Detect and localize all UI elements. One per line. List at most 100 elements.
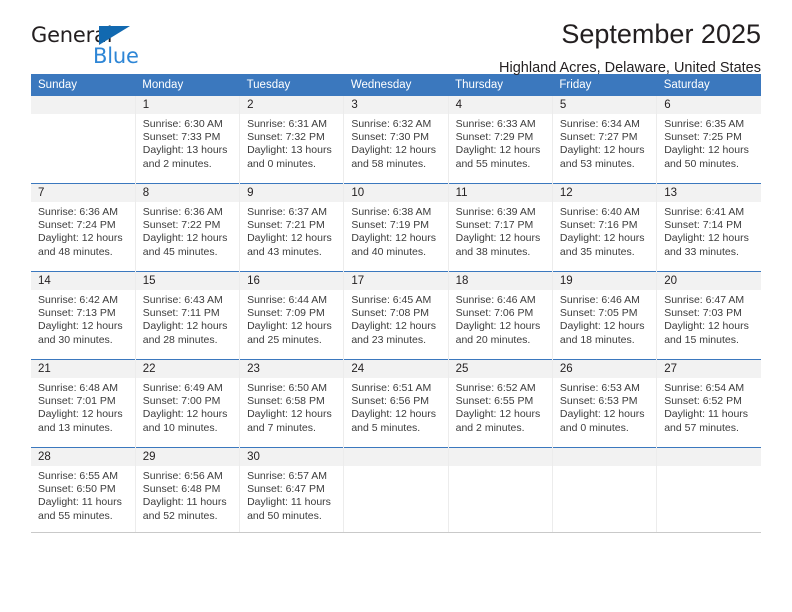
weekday-header-sunday: Sunday (31, 74, 136, 96)
daylight-text-line2: and 30 minutes. (38, 333, 113, 346)
daylight-text-line2: and 53 minutes. (559, 157, 635, 170)
day-cell[interactable]: 2 Sunrise: 6:31 AM Sunset: 7:32 PM Daylight… (240, 96, 344, 183)
weekday-header-monday: Monday (135, 74, 240, 96)
sunset-text: Sunset: 6:53 PM (559, 395, 638, 408)
sunset-text: Sunset: 6:52 PM (664, 395, 742, 408)
day-details: Sunrise: 6:37 AM Sunset: 7:21 PM Daylight:… (240, 202, 343, 259)
daylight-text-line1: Daylight: 12 hours (247, 232, 332, 245)
sunrise-text: Sunrise: 6:46 AM (559, 294, 640, 306)
day-number: 8 (135, 184, 240, 202)
daylight-text-line2: and 0 minutes. (247, 157, 316, 170)
day-cell[interactable]: 14 Sunrise: 6:42 AM Sunset: 7:13 PM Dayligh… (31, 272, 135, 359)
day-cell[interactable]: 1 Sunrise: 6:30 AM Sunset: 7:33 PM Daylight… (135, 96, 240, 183)
daylight-text-line2: and 0 minutes. (559, 421, 629, 434)
day-details: Sunrise: 6:36 AM Sunset: 7:24 PM Daylight:… (31, 202, 135, 259)
day-cell[interactable]: 11 Sunrise: 6:39 AM Sunset: 7:17 PM Dayligh… (448, 184, 552, 271)
general-blue-logo[interactable]: General Blue (31, 23, 161, 69)
day-number: 25 (448, 360, 552, 378)
daylight-text-line1: Daylight: 12 hours (142, 320, 228, 333)
day-cell[interactable]: 10 Sunrise: 6:38 AM Sunset: 7:19 PM Dayligh… (344, 184, 448, 271)
day-cell[interactable]: 7 Sunrise: 6:36 AM Sunset: 7:24 PM Daylight… (31, 184, 135, 271)
day-details: Sunrise: 6:33 AM Sunset: 7:29 PM Daylight:… (449, 114, 552, 171)
day-cell[interactable]: 16 Sunrise: 6:44 AM Sunset: 7:09 PM Dayligh… (240, 272, 344, 359)
day-details: Sunrise: 6:52 AM Sunset: 6:55 PM Daylight:… (449, 378, 552, 435)
day-cell[interactable]: 15 Sunrise: 6:43 AM Sunset: 7:11 PM Dayligh… (135, 272, 240, 359)
sunrise-text: Sunrise: 6:36 AM (142, 206, 223, 218)
daylight-text-line2: and 18 minutes. (559, 333, 635, 346)
daylight-text-line2: and 52 minutes. (142, 509, 218, 522)
sunset-text: Sunset: 6:58 PM (247, 395, 325, 408)
day-details: Sunrise: 6:36 AM Sunset: 7:22 PM Daylight:… (136, 202, 239, 259)
calendar-bottom-rule (31, 532, 761, 533)
day-cell[interactable]: 21 Sunrise: 6:48 AM Sunset: 7:01 PM Dayligh… (31, 360, 135, 447)
day-number: 27 (657, 360, 761, 378)
sunset-text: Sunset: 7:27 PM (559, 131, 638, 144)
sunset-text: Sunset: 7:29 PM (455, 131, 534, 144)
sunrise-text: Sunrise: 6:54 AM (664, 382, 745, 394)
day-number: 30 (240, 448, 344, 466)
day-cell[interactable]: 20 Sunrise: 6:47 AM Sunset: 7:03 PM Dayligh… (657, 272, 761, 359)
daylight-text-line1: Daylight: 12 hours (247, 320, 332, 333)
daylight-text-line2: and 58 minutes. (351, 157, 427, 170)
day-details: Sunrise: 6:55 AM Sunset: 6:50 PM Daylight:… (31, 466, 135, 523)
day-details: Sunrise: 6:49 AM Sunset: 7:00 PM Daylight:… (136, 378, 239, 435)
sunrise-text: Sunrise: 6:36 AM (38, 206, 118, 218)
day-cell[interactable]: 13 Sunrise: 6:41 AM Sunset: 7:14 PM Dayligh… (657, 184, 761, 271)
day-cell[interactable]: 30 Sunrise: 6:57 AM Sunset: 6:47 PM Dayligh… (240, 448, 344, 532)
sunset-text: Sunset: 7:06 PM (455, 307, 534, 320)
day-cell[interactable]: 23 Sunrise: 6:50 AM Sunset: 6:58 PM Dayligh… (240, 360, 344, 447)
day-cell[interactable]: 25 Sunrise: 6:52 AM Sunset: 6:55 PM Dayligh… (448, 360, 552, 447)
day-cell[interactable]: 27 Sunrise: 6:54 AM Sunset: 6:52 PM Dayligh… (657, 360, 761, 447)
day-details: Sunrise: 6:39 AM Sunset: 7:17 PM Daylight:… (449, 202, 552, 259)
day-number (448, 448, 552, 466)
day-details: Sunrise: 6:38 AM Sunset: 7:19 PM Daylight:… (344, 202, 447, 259)
daylight-text-line1: Daylight: 12 hours (664, 144, 749, 157)
sunrise-text: Sunrise: 6:55 AM (38, 470, 118, 482)
day-number: 28 (31, 448, 135, 466)
sunset-text: Sunset: 7:13 PM (38, 307, 116, 320)
day-cell (344, 448, 448, 532)
day-cell[interactable]: 24 Sunrise: 6:51 AM Sunset: 6:56 PM Dayligh… (344, 360, 448, 447)
daylight-text-line1: Daylight: 12 hours (351, 232, 436, 245)
day-cell[interactable]: 29 Sunrise: 6:56 AM Sunset: 6:48 PM Dayligh… (135, 448, 240, 532)
daylight-text-line1: Daylight: 12 hours (664, 232, 749, 245)
daylight-text-line2: and 45 minutes. (142, 245, 218, 258)
day-number: 22 (135, 360, 240, 378)
day-number (657, 448, 761, 466)
daylight-text-line2: and 13 minutes. (38, 421, 113, 434)
sunrise-text: Sunrise: 6:38 AM (351, 206, 432, 218)
daylight-text-line2: and 35 minutes. (559, 245, 635, 258)
daylight-text-line1: Daylight: 13 hours (142, 144, 228, 157)
daylight-text-line1: Daylight: 12 hours (351, 408, 436, 421)
sunset-text: Sunset: 7:19 PM (351, 219, 429, 232)
daylight-text-line1: Daylight: 12 hours (247, 408, 332, 421)
day-cell[interactable]: 8 Sunrise: 6:36 AM Sunset: 7:22 PM Daylight… (135, 184, 240, 271)
day-cell[interactable]: 18 Sunrise: 6:46 AM Sunset: 7:06 PM Dayligh… (448, 272, 552, 359)
day-cell[interactable]: 17 Sunrise: 6:45 AM Sunset: 7:08 PM Dayligh… (344, 272, 448, 359)
sunset-text: Sunset: 7:08 PM (351, 307, 429, 320)
day-cell[interactable]: 28 Sunrise: 6:55 AM Sunset: 6:50 PM Dayligh… (31, 448, 135, 532)
day-cell[interactable]: 26 Sunrise: 6:53 AM Sunset: 6:53 PM Dayligh… (552, 360, 657, 447)
sunset-text: Sunset: 7:00 PM (142, 395, 221, 408)
daylight-text-line2: and 55 minutes. (38, 509, 113, 522)
sunrise-text: Sunrise: 6:35 AM (664, 118, 745, 130)
daylight-text-line1: Daylight: 12 hours (455, 408, 541, 421)
day-number: 18 (448, 272, 552, 290)
day-cell[interactable]: 4 Sunrise: 6:33 AM Sunset: 7:29 PM Daylight… (448, 96, 552, 183)
day-cell[interactable]: 19 Sunrise: 6:46 AM Sunset: 7:05 PM Dayligh… (552, 272, 657, 359)
day-cell[interactable]: 22 Sunrise: 6:49 AM Sunset: 7:00 PM Dayligh… (135, 360, 240, 447)
day-number: 7 (31, 184, 135, 202)
day-cell[interactable]: 9 Sunrise: 6:37 AM Sunset: 7:21 PM Daylight… (240, 184, 344, 271)
daylight-text-line2: and 23 minutes. (351, 333, 427, 346)
day-details: Sunrise: 6:54 AM Sunset: 6:52 PM Daylight:… (657, 378, 761, 435)
day-cell[interactable]: 5 Sunrise: 6:34 AM Sunset: 7:27 PM Daylight… (552, 96, 657, 183)
day-details: Sunrise: 6:47 AM Sunset: 7:03 PM Daylight:… (657, 290, 761, 347)
day-cell[interactable]: 6 Sunrise: 6:35 AM Sunset: 7:25 PM Daylight… (657, 96, 761, 183)
sunset-text: Sunset: 7:01 PM (38, 395, 116, 408)
sunrise-text: Sunrise: 6:39 AM (455, 206, 536, 218)
day-details: Sunrise: 6:48 AM Sunset: 7:01 PM Daylight:… (31, 378, 135, 435)
day-cell[interactable]: 12 Sunrise: 6:40 AM Sunset: 7:16 PM Dayligh… (552, 184, 657, 271)
day-cell[interactable]: 3 Sunrise: 6:32 AM Sunset: 7:30 PM Daylight… (344, 96, 448, 183)
calendar-week-row: 7 Sunrise: 6:36 AM Sunset: 7:24 PM Daylight… (31, 183, 761, 272)
day-number: 16 (240, 272, 344, 290)
